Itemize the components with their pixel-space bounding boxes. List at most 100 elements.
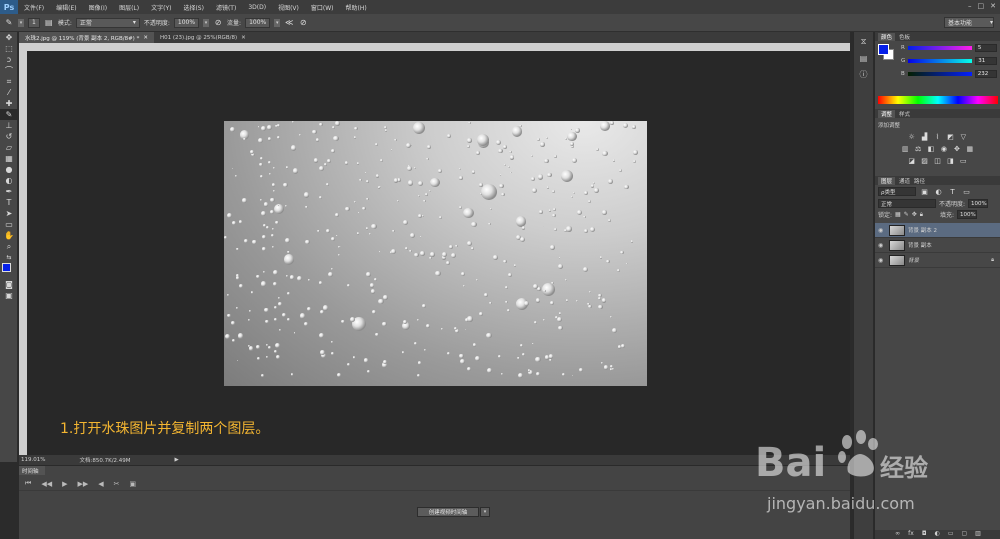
link-layers-icon[interactable]: ∞ xyxy=(895,530,900,539)
new-layer-icon[interactable]: ▢ xyxy=(962,530,968,539)
history-brush-tool-icon[interactable]: ↺ xyxy=(0,131,18,142)
lock-pixels-icon[interactable]: ✎ xyxy=(904,211,909,218)
transition-icon[interactable]: ▣ xyxy=(130,480,137,488)
menu-help[interactable]: 帮助(H) xyxy=(340,3,373,12)
hand-tool-icon[interactable]: ✋ xyxy=(0,230,18,241)
black-white-icon[interactable]: ◧ xyxy=(927,144,936,153)
visibility-eye-icon[interactable]: ◉ xyxy=(878,257,886,264)
fill-input[interactable]: 100% xyxy=(957,210,977,219)
opacity-dropdown[interactable]: ▾ xyxy=(203,18,210,27)
tab-water-drops[interactable]: 水珠2.jpg @ 119% (背景 副本 2, RGB/8#) * ✕ xyxy=(19,32,154,43)
layer-style-icon[interactable]: fx xyxy=(908,530,914,539)
invert-icon[interactable]: ◪ xyxy=(907,156,916,165)
filter-pixel-icon[interactable]: ▣ xyxy=(920,187,929,196)
red-value[interactable]: 5 xyxy=(974,43,997,52)
quick-mask-icon[interactable]: ◙ xyxy=(0,279,18,290)
brush-tool-icon[interactable]: ✎ xyxy=(0,109,18,120)
posterize-icon[interactable]: ▨ xyxy=(920,156,929,165)
close-icon[interactable]: ✕ xyxy=(143,35,148,41)
tab-layers[interactable]: 图层 xyxy=(878,176,896,185)
tab-styles[interactable]: 样式 xyxy=(899,110,910,118)
marquee-tool-icon[interactable]: ⬚ xyxy=(0,43,18,54)
brush-size-picker[interactable]: 1 xyxy=(28,17,40,28)
opacity-input[interactable]: 100% xyxy=(173,17,200,28)
color-spectrum[interactable] xyxy=(878,96,998,104)
shape-tool-icon[interactable]: ▭ xyxy=(0,219,18,230)
curves-icon[interactable]: ⌇ xyxy=(933,132,942,141)
tab-swatches[interactable]: 色板 xyxy=(899,33,910,41)
channel-mixer-icon[interactable]: ✥ xyxy=(952,144,961,153)
layer-filter-select[interactable]: ρ类型 xyxy=(878,187,916,196)
exposure-icon[interactable]: ◩ xyxy=(946,132,955,141)
layer-row[interactable]: ◉ 背景 🔒︎ xyxy=(875,253,1000,268)
airbrush-icon[interactable]: ≪ xyxy=(284,18,294,28)
blue-value[interactable]: 232 xyxy=(974,69,997,78)
pressure-size-icon[interactable]: ⊘ xyxy=(298,18,308,28)
menu-file[interactable]: 文件(F) xyxy=(18,3,50,12)
workspace-select[interactable]: 基本功能 ▾ xyxy=(944,17,994,28)
tab-h01[interactable]: H01 (23).jpg @ 25%(RGB/8) ✕ xyxy=(154,32,252,43)
threshold-icon[interactable]: ◫ xyxy=(933,156,942,165)
clone-stamp-tool-icon[interactable]: ⊥ xyxy=(0,120,18,131)
close-button[interactable]: ✕ xyxy=(990,2,996,10)
selective-color-icon[interactable]: ◨ xyxy=(946,156,955,165)
dodge-tool-icon[interactable]: ◐ xyxy=(0,175,18,186)
create-timeline-dropdown[interactable]: ▾ xyxy=(480,507,490,517)
eyedropper-tool-icon[interactable]: ⁄ xyxy=(0,87,18,98)
hue-saturation-icon[interactable]: ▥ xyxy=(901,144,910,153)
layer-name[interactable]: 背景 xyxy=(908,256,919,264)
minimize-button[interactable]: – xyxy=(968,2,972,10)
vibrance-icon[interactable]: ▽ xyxy=(959,132,968,141)
status-menu-arrow-icon[interactable]: ▶ xyxy=(175,457,179,463)
reset-colors-icon[interactable]: ⇆ xyxy=(0,252,18,263)
menu-edit[interactable]: 编辑(E) xyxy=(50,3,82,12)
visibility-eye-icon[interactable]: ◉ xyxy=(878,242,886,249)
prev-frame-icon[interactable]: ◀◀ xyxy=(41,480,52,488)
quick-select-tool-icon[interactable]: ⌒ xyxy=(0,65,18,76)
filter-type-icon[interactable]: T xyxy=(948,187,957,196)
layer-name[interactable]: 背景 副本 xyxy=(908,241,932,249)
new-adjustment-icon[interactable]: ◐ xyxy=(935,530,940,539)
color-lookup-icon[interactable]: ▦ xyxy=(965,144,974,153)
blend-mode-select[interactable]: 正常 xyxy=(878,199,936,208)
audio-icon[interactable]: ◀ xyxy=(98,480,103,488)
new-group-icon[interactable]: ▭ xyxy=(948,530,954,539)
tab-color[interactable]: 颜色 xyxy=(878,32,896,41)
brightness-icon[interactable]: ☼ xyxy=(907,132,916,141)
menu-3d[interactable]: 3D(D) xyxy=(242,4,272,11)
menu-view[interactable]: 视图(V) xyxy=(272,3,305,12)
flow-input[interactable]: 100% xyxy=(245,17,271,28)
levels-icon[interactable]: ▟ xyxy=(920,132,929,141)
menu-select[interactable]: 选择(S) xyxy=(177,3,210,12)
pressure-opacity-icon[interactable]: ⊘ xyxy=(213,18,223,28)
first-frame-icon[interactable]: ⏮ xyxy=(25,479,31,488)
layer-opacity-input[interactable]: 100% xyxy=(968,199,989,208)
tab-channels[interactable]: 通道 xyxy=(899,177,910,185)
water-drops-image[interactable] xyxy=(224,121,647,386)
gradient-map-icon[interactable]: ▭ xyxy=(959,156,968,165)
blue-slider[interactable] xyxy=(907,71,972,76)
menu-type[interactable]: 文字(Y) xyxy=(145,3,177,12)
timeline-tab[interactable]: 时间轴 xyxy=(19,466,45,475)
layer-row[interactable]: ◉ 背景 副本 2 xyxy=(875,223,1000,238)
layer-name[interactable]: 背景 副本 2 xyxy=(908,226,937,234)
menu-image[interactable]: 图像(I) xyxy=(83,3,113,12)
menu-filter[interactable]: 滤镜(T) xyxy=(210,3,242,12)
close-icon[interactable]: ✕ xyxy=(241,35,246,41)
crop-tool-icon[interactable]: ⌗ xyxy=(0,76,18,87)
zoom-tool-icon[interactable]: ⌕ xyxy=(0,241,18,252)
play-icon[interactable]: ▶ xyxy=(62,480,67,488)
menu-layer[interactable]: 图层(L) xyxy=(113,3,145,12)
tool-preset-dropdown[interactable]: ▾ xyxy=(18,18,24,27)
green-slider[interactable] xyxy=(908,58,973,63)
flow-dropdown[interactable]: ▾ xyxy=(274,18,281,27)
brush-panel-icon[interactable]: ▤ xyxy=(44,18,54,28)
color-balance-icon[interactable]: ⚖ xyxy=(914,144,923,153)
color-swatches[interactable] xyxy=(0,263,17,279)
screen-mode-icon[interactable]: ▣ xyxy=(0,290,18,301)
photo-filter-icon[interactable]: ◉ xyxy=(939,144,948,153)
tab-adjustments[interactable]: 调整 xyxy=(878,109,896,118)
lock-transparent-icon[interactable]: ▦ xyxy=(895,211,901,218)
zoom-level[interactable]: 119.01% xyxy=(21,457,45,463)
pen-tool-icon[interactable]: ✒ xyxy=(0,186,18,197)
